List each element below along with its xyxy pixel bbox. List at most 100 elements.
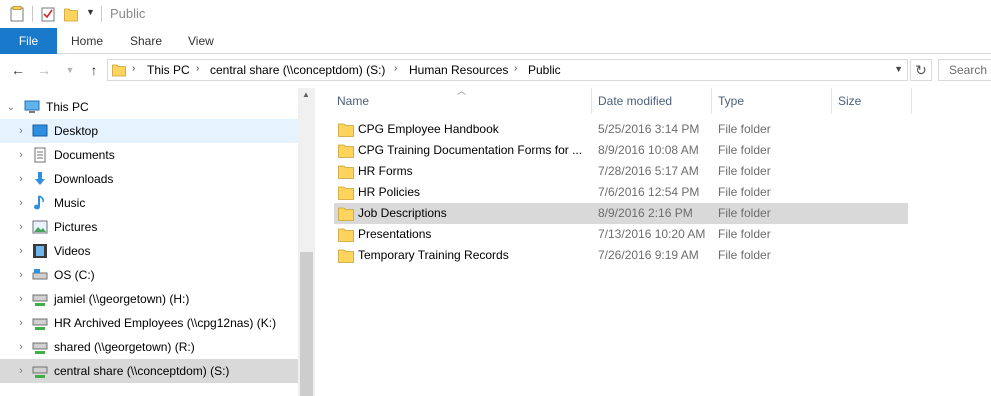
file-type: File folder [718, 164, 771, 178]
nav-label: jamiel (\\georgetown) (H:) [54, 292, 190, 306]
column-divider[interactable] [911, 88, 912, 114]
navigation-scrollbar[interactable]: ▲ [298, 88, 315, 396]
file-date: 5/25/2016 3:14 PM [598, 122, 700, 136]
refresh-icon[interactable]: ↻ [910, 59, 932, 81]
tab-view[interactable]: View [188, 28, 214, 54]
nav-item-desktop[interactable]: › Desktop [0, 119, 298, 143]
file-type: File folder [718, 227, 771, 241]
column-header-type[interactable]: Type [718, 88, 744, 114]
breadcrumb-chevron-icon[interactable]: › [196, 63, 199, 74]
nav-label: Pictures [54, 220, 98, 234]
forward-arrow-icon[interactable]: → [36, 62, 52, 78]
file-type: File folder [718, 185, 771, 199]
breadcrumb-public[interactable]: Public [528, 63, 561, 77]
column-divider[interactable] [831, 88, 832, 114]
tab-file[interactable]: File [0, 28, 57, 54]
column-divider[interactable] [711, 88, 712, 114]
folder-icon [338, 165, 354, 179]
file-name: CPG Training Documentation Forms for ... [358, 143, 583, 157]
breadcrumb-human-resources[interactable]: Human Resources [409, 63, 508, 77]
scroll-up-icon[interactable]: ▲ [302, 90, 310, 99]
tab-share[interactable]: Share [130, 28, 162, 54]
tab-home[interactable]: Home [71, 28, 103, 54]
address-bar[interactable]: › This PC › central share (\\conceptdom)… [107, 59, 908, 81]
nav-label: HR Archived Employees (\\cpg12nas) (K:) [54, 316, 277, 330]
nav-label: Desktop [54, 124, 99, 138]
file-row[interactable]: CPG Employee Handbook 5/25/2016 3:14 PM … [334, 119, 908, 140]
nav-label: Videos [54, 244, 91, 258]
nav-item-pictures[interactable]: › Pictures [0, 215, 298, 239]
expand-chevron-icon[interactable]: › [16, 293, 26, 305]
nav-item-hr-archived-k[interactable]: › HR Archived Employees (\\cpg12nas) (K:… [0, 311, 298, 335]
title-separator [101, 6, 102, 22]
folder-icon [338, 186, 354, 200]
desktop-icon [32, 124, 48, 137]
breadcrumb-central-share[interactable]: central share (\\conceptdom) (S:) [210, 63, 385, 77]
expand-chevron-icon[interactable]: › [16, 245, 26, 257]
network-drive-icon [32, 294, 48, 306]
up-arrow-icon[interactable]: ↑ [86, 62, 102, 78]
nav-item-os-c[interactable]: › OS (C:) [0, 263, 298, 287]
nav-item-this-pc[interactable]: ⌄ This PC [0, 95, 298, 119]
nav-item-jamiel-h[interactable]: › jamiel (\\georgetown) (H:) [0, 287, 298, 311]
address-dropdown-icon[interactable]: ▼ [894, 64, 903, 74]
expand-chevron-icon[interactable]: › [16, 197, 26, 209]
expand-chevron-icon[interactable]: › [16, 365, 26, 377]
nav-item-videos[interactable]: › Videos [0, 239, 298, 263]
nav-item-downloads[interactable]: › Downloads [0, 167, 298, 191]
nav-item-central-share-s[interactable]: › central share (\\conceptdom) (S:) [0, 359, 298, 383]
customize-toolbar-chevron-icon[interactable]: ▼ [86, 7, 100, 23]
file-row[interactable]: HR Forms 7/28/2016 5:17 AM File folder [334, 161, 908, 182]
nav-label: central share (\\conceptdom) (S:) [54, 364, 230, 378]
breadcrumb-chevron-icon[interactable]: › [132, 63, 135, 74]
file-name: Job Descriptions [358, 206, 447, 220]
column-header-name[interactable]: Name [337, 88, 369, 114]
properties-icon[interactable] [10, 6, 24, 22]
file-date: 8/9/2016 2:16 PM [598, 206, 693, 220]
drive-icon [32, 269, 48, 280]
nav-label: shared (\\georgetown) (R:) [54, 340, 195, 354]
folder-icon [338, 144, 354, 158]
back-arrow-icon[interactable]: ← [10, 62, 26, 78]
column-header-date[interactable]: Date modified [598, 88, 672, 114]
expand-chevron-icon[interactable]: › [16, 125, 26, 137]
folder-icon [338, 207, 354, 221]
expand-chevron-icon[interactable]: › [16, 221, 26, 233]
scrollbar-thumb[interactable] [300, 252, 313, 396]
recent-locations-chevron-icon[interactable]: ▼ [62, 62, 78, 78]
computer-icon [24, 100, 40, 113]
expand-chevron-icon[interactable]: › [16, 341, 26, 353]
location-folder-icon [112, 64, 126, 77]
breadcrumb-chevron-icon[interactable]: › [514, 63, 517, 74]
navigation-pane: ⌄ This PC › Desktop › Documents › Downlo… [0, 88, 315, 396]
breadcrumb-chevron-icon[interactable]: › [394, 63, 397, 74]
expand-chevron-icon[interactable]: › [16, 173, 26, 185]
file-type: File folder [718, 206, 771, 220]
file-date: 7/6/2016 12:54 PM [598, 185, 700, 199]
expand-chevron-icon[interactable]: › [16, 317, 26, 329]
file-name: Temporary Training Records [358, 248, 509, 262]
file-date: 7/28/2016 5:17 AM [598, 164, 699, 178]
file-type: File folder [718, 248, 771, 262]
file-row[interactable]: Presentations 7/13/2016 10:20 AM File fo… [334, 224, 908, 245]
music-icon [34, 195, 44, 210]
column-divider[interactable] [591, 88, 592, 114]
file-row[interactable]: HR Policies 7/6/2016 12:54 PM File folde… [334, 182, 908, 203]
breadcrumb-this-pc[interactable]: This PC [147, 63, 190, 77]
nav-item-shared-r[interactable]: › shared (\\georgetown) (R:) [0, 335, 298, 359]
checklist-icon[interactable] [41, 6, 55, 22]
search-input[interactable]: Search P [938, 59, 991, 81]
collapse-chevron-icon[interactable]: ⌄ [6, 102, 16, 113]
new-folder-icon[interactable] [64, 6, 78, 22]
nav-item-music[interactable]: › Music [0, 191, 298, 215]
expand-chevron-icon[interactable]: › [16, 269, 26, 281]
file-row[interactable]: CPG Training Documentation Forms for ...… [334, 140, 908, 161]
file-type: File folder [718, 122, 771, 136]
file-name: Presentations [358, 227, 432, 241]
file-row[interactable]: Temporary Training Records 7/26/2016 9:1… [334, 245, 908, 266]
expand-chevron-icon[interactable]: › [16, 149, 26, 161]
file-row-selected[interactable]: Job Descriptions 8/9/2016 2:16 PM File f… [334, 203, 908, 224]
column-header-size[interactable]: Size [838, 88, 861, 114]
file-date: 7/26/2016 9:19 AM [598, 248, 699, 262]
nav-item-documents[interactable]: › Documents [0, 143, 298, 167]
